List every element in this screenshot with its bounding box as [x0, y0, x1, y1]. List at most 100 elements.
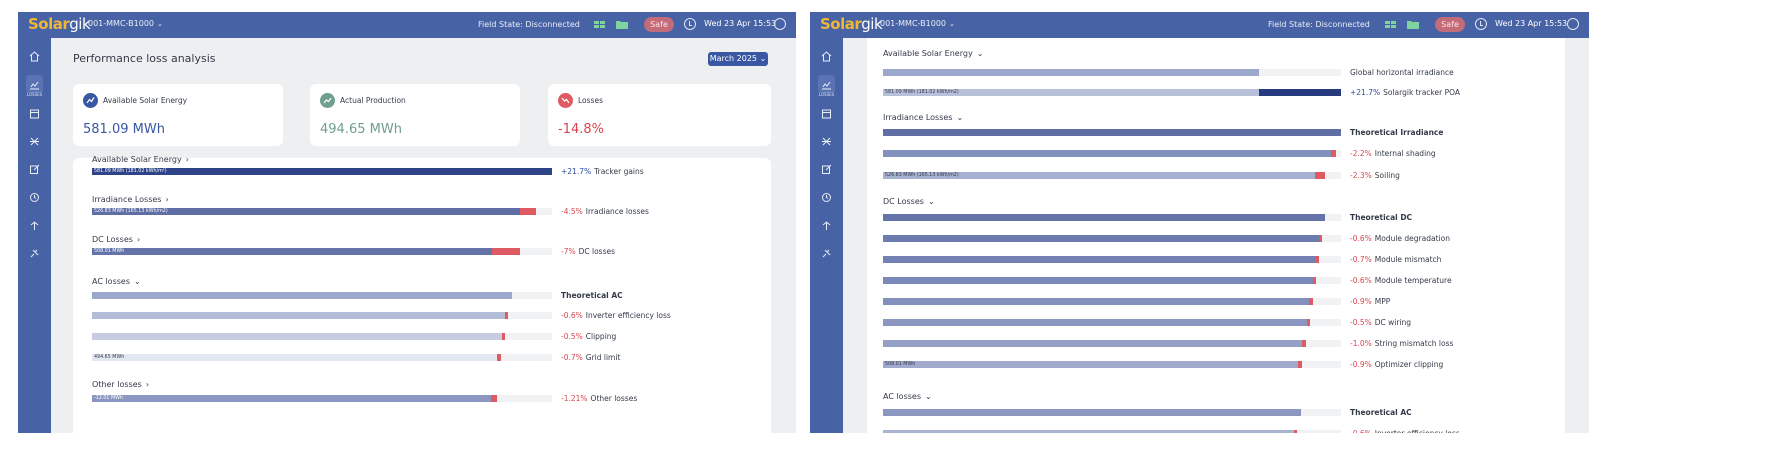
loss-percent: +21.7% [561, 167, 592, 176]
sidebar-item-satellite[interactable] [819, 246, 834, 261]
loss-bar[interactable]: 526.83 MWh (165.13 kWh/m2) [883, 172, 1341, 179]
loss-bar[interactable] [883, 235, 1341, 242]
trend-down-icon [558, 93, 573, 108]
loss-bar[interactable]: -12.01 MWh [92, 395, 552, 402]
bar-fill [883, 430, 1297, 433]
section-header[interactable]: Irradiance Losses ⌄ [883, 113, 963, 122]
bar-loss-segment [1294, 430, 1297, 433]
loss-bar[interactable] [92, 292, 552, 299]
loss-label: DC wiring [1374, 318, 1412, 327]
sidebar-active-label: LOSSES [26, 92, 43, 97]
tracker-group-icon[interactable] [594, 20, 606, 29]
sidebar-item-edit[interactable] [27, 162, 42, 177]
site-selector[interactable]: 001-MMC-B1000 ⌄ [88, 19, 163, 28]
bar-fill [883, 361, 1302, 368]
section-header[interactable]: Irradiance Losses › [92, 195, 169, 204]
user-icon[interactable] [1567, 18, 1579, 30]
loss-bar[interactable]: 508.01 MWh [883, 361, 1341, 368]
sidebar-item-edit[interactable] [819, 162, 834, 177]
section-title: Available Solar Energy [92, 155, 182, 164]
sidebar-item-calendar[interactable] [27, 106, 42, 121]
section-header[interactable]: DC Losses › [92, 235, 140, 244]
loss-bar[interactable] [883, 69, 1341, 76]
bar-fill [92, 292, 512, 299]
loss-bar[interactable] [883, 150, 1341, 157]
sidebar-item-home[interactable] [27, 49, 42, 64]
loss-bar[interactable] [92, 333, 552, 340]
home-icon [29, 51, 40, 62]
loss-bar[interactable] [883, 298, 1341, 305]
loss-bar[interactable] [883, 256, 1341, 263]
loss-row-note: -0.9% Optimizer clipping [1350, 360, 1443, 369]
loss-bar[interactable]: 508.01 MWh [92, 248, 552, 255]
loss-bar[interactable]: 494.65 MWh [92, 354, 552, 361]
sidebar-item-clock[interactable] [27, 190, 42, 205]
month-selector[interactable]: March 2025 ⌄ [708, 52, 768, 66]
sidebar: LOSSES [810, 38, 843, 433]
section-header[interactable]: Available Solar Energy › [92, 155, 189, 164]
sidebar-item-losses[interactable] [818, 75, 835, 93]
bar-loss-segment [1307, 319, 1310, 326]
loss-percent: -2.2% [1350, 149, 1372, 158]
calendar-icon [30, 109, 39, 119]
loss-bar[interactable]: 581.09 MWh (181.02 kWh/m²) [92, 168, 552, 175]
tracker-group-icon[interactable] [1385, 20, 1397, 29]
loss-bar[interactable] [883, 129, 1341, 136]
bar-gain-segment [1259, 89, 1341, 96]
bar-fill [92, 312, 508, 319]
brand-logo[interactable]: Solargik [28, 15, 91, 33]
bar-fill [883, 150, 1336, 157]
sidebar-item-calendar[interactable] [819, 106, 834, 121]
loss-percent: -1.21% [561, 394, 588, 403]
bar-fill [883, 409, 1301, 416]
loss-bar[interactable] [92, 312, 552, 319]
bar-fill [883, 298, 1313, 305]
loss-bar[interactable] [883, 409, 1341, 416]
user-icon[interactable] [774, 18, 786, 30]
loss-bar[interactable] [883, 340, 1341, 347]
bar-fill [92, 354, 501, 361]
sidebar-item-antenna[interactable] [819, 218, 834, 233]
satellite-icon [30, 249, 39, 258]
clock-icon [822, 193, 831, 202]
bar-fill [883, 214, 1325, 221]
section-header[interactable]: AC losses ⌄ [883, 392, 932, 401]
loss-bar[interactable] [883, 430, 1341, 433]
bar-loss-segment [505, 312, 508, 319]
sidebar-item-clock[interactable] [819, 190, 834, 205]
sidebar-item-tools[interactable] [819, 134, 834, 149]
loss-label: Theoretical Irradiance [1350, 128, 1444, 137]
section-header[interactable]: AC losses ⌄ [92, 277, 141, 286]
loss-percent: +21.7% [1350, 88, 1381, 97]
loss-percent: -0.6% [1350, 234, 1372, 243]
section-header[interactable]: DC Losses ⌄ [883, 197, 935, 206]
kpi-actual-production: Actual Production 494.65 MWh [310, 84, 520, 146]
site-selector[interactable]: 001-MMC-B1000 ⌄ [880, 19, 955, 28]
loss-percent: -0.6% [561, 311, 583, 320]
history-icon[interactable] [684, 18, 696, 30]
loss-bar[interactable] [883, 277, 1341, 284]
loss-bar[interactable] [883, 214, 1341, 221]
loss-bar[interactable]: 526.83 MWh (165.13 kWh/m2) [92, 208, 552, 215]
bar-loss-segment [1331, 150, 1336, 157]
sidebar-item-antenna[interactable] [27, 218, 42, 233]
loss-bar[interactable] [883, 319, 1341, 326]
history-icon[interactable] [1475, 18, 1487, 30]
sidebar-item-losses[interactable] [26, 75, 43, 93]
bar-fill [883, 256, 1319, 263]
tools-icon [30, 137, 39, 146]
bar-loss-segment [520, 208, 536, 215]
section-header[interactable]: Available Solar Energy ⌄ [883, 49, 983, 58]
sidebar-item-satellite[interactable] [27, 246, 42, 261]
folder-icon[interactable] [1407, 20, 1419, 29]
loss-row-note: -2.3% Soiling [1350, 171, 1400, 180]
loss-bar[interactable]: 581.09 MWh (181.02 kWh/m2) [883, 89, 1341, 96]
loss-percent: -0.6% [1350, 429, 1372, 433]
folder-icon[interactable] [616, 20, 628, 29]
loss-label: Inverter efficiency loss [585, 311, 671, 320]
sidebar-item-tools[interactable] [27, 134, 42, 149]
section-header[interactable]: Other losses › [92, 380, 149, 389]
sidebar-item-home[interactable] [819, 49, 834, 64]
loss-row-note: Theoretical Irradiance [1350, 128, 1443, 137]
brand-logo[interactable]: Solargik [820, 15, 883, 33]
